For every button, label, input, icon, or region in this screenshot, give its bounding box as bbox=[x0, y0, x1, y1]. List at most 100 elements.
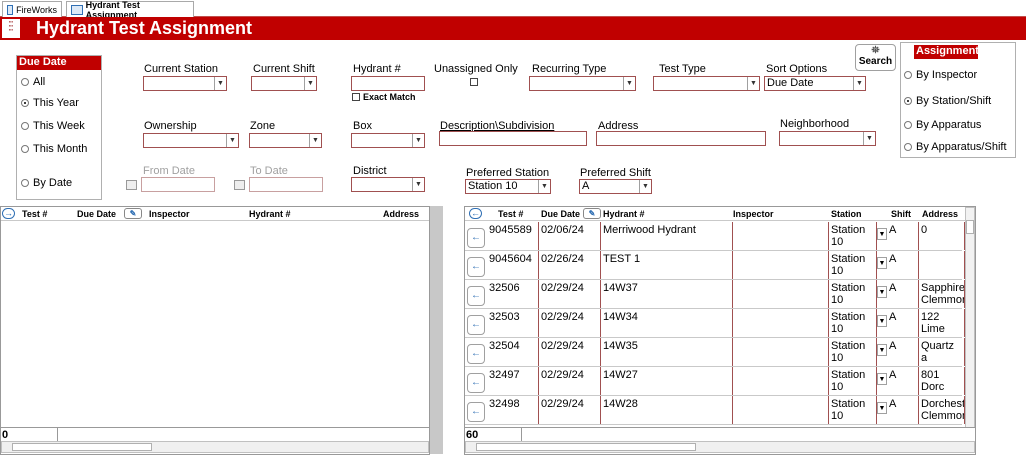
cell-station[interactable]: Station 10 bbox=[829, 251, 877, 279]
cell-due[interactable]: 02/26/24 bbox=[539, 251, 601, 279]
chevron-down-icon[interactable]: ▼ bbox=[877, 228, 887, 240]
chevron-down-icon[interactable]: ▼ bbox=[304, 77, 316, 90]
cell-station[interactable]: Station 10 bbox=[829, 396, 877, 424]
cell-hydrant[interactable]: 14W37 bbox=[601, 280, 733, 308]
cell-station[interactable]: Station 10 bbox=[829, 367, 877, 395]
cell-station[interactable]: Station 10 bbox=[829, 280, 877, 308]
preferred-shift-combo[interactable]: A ▼ bbox=[579, 179, 652, 194]
tab-fireworks[interactable]: FireWorks bbox=[2, 1, 62, 17]
description-subdivision-input[interactable] bbox=[439, 131, 587, 146]
neighborhood-combo[interactable]: ▼ bbox=[779, 131, 876, 146]
chevron-down-icon[interactable]: ▼ bbox=[853, 77, 865, 90]
cell-address[interactable]: 0 bbox=[919, 222, 965, 250]
pencil-icon[interactable]: ✎ bbox=[583, 208, 601, 219]
zone-combo[interactable]: ▼ bbox=[249, 133, 322, 148]
chevron-down-icon[interactable]: ▼ bbox=[639, 180, 651, 193]
district-combo[interactable]: ▼ bbox=[351, 177, 425, 192]
cell-hydrant[interactable]: 14W35 bbox=[601, 338, 733, 366]
unassign-arrow-left-icon[interactable]: ← bbox=[467, 228, 485, 248]
cell-address[interactable]: 122 Lime bbox=[919, 309, 965, 337]
cell-hydrant[interactable]: 14W28 bbox=[601, 396, 733, 424]
chevron-down-icon[interactable]: ▼ bbox=[309, 134, 321, 147]
cell-station[interactable]: Station 10 bbox=[829, 309, 877, 337]
unassign-arrow-left-icon[interactable]: ← bbox=[467, 344, 485, 364]
scrollbar-thumb[interactable] bbox=[12, 443, 152, 451]
chevron-down-icon[interactable]: ▼ bbox=[877, 286, 887, 298]
chevron-down-icon[interactable]: ▼ bbox=[877, 315, 887, 327]
unassigned-only-checkbox[interactable] bbox=[470, 78, 478, 86]
cell-shift[interactable]: A bbox=[887, 280, 919, 308]
hydrant-number-input[interactable] bbox=[351, 76, 425, 91]
ownership-combo[interactable]: ▼ bbox=[143, 133, 239, 148]
from-date-input[interactable] bbox=[141, 177, 215, 192]
cell-due[interactable]: 02/06/24 bbox=[539, 222, 601, 250]
chevron-down-icon[interactable]: ▼ bbox=[747, 77, 759, 90]
tab-hydrant-test-assignment[interactable]: Hydrant Test Assignment bbox=[66, 0, 194, 20]
test-type-combo[interactable]: ▼ bbox=[653, 76, 760, 91]
table-row[interactable]: ← 9045589 02/06/24 Merriwood Hydrant Station… bbox=[465, 222, 965, 251]
cell-inspector[interactable] bbox=[733, 309, 829, 337]
due-this-week-radio[interactable]: This Week bbox=[21, 120, 85, 132]
assign-by-apparatus-shift-radio[interactable]: By Apparatus/Shift bbox=[904, 141, 1007, 153]
cell-due[interactable]: 02/29/24 bbox=[539, 280, 601, 308]
cell-test[interactable]: 32504 bbox=[487, 338, 539, 366]
chevron-down-icon[interactable]: ▼ bbox=[412, 178, 424, 191]
cell-shift[interactable]: A bbox=[887, 396, 919, 424]
arrow-left-icon[interactable]: ← bbox=[469, 208, 482, 219]
cell-address[interactable]: Sapphire Clemmor bbox=[919, 280, 965, 308]
cell-due[interactable]: 02/29/24 bbox=[539, 367, 601, 395]
recurring-type-combo[interactable]: ▼ bbox=[529, 76, 636, 91]
scrollbar-thumb[interactable] bbox=[476, 443, 696, 451]
cell-shift[interactable]: A bbox=[887, 367, 919, 395]
current-station-combo[interactable]: ▼ bbox=[143, 76, 227, 91]
cell-shift[interactable]: A bbox=[887, 309, 919, 337]
cell-address[interactable]: Dorchest Clemmor bbox=[919, 396, 965, 424]
table-row[interactable]: ← 32498 02/29/24 14W28 Station 10 ▼ A Dorchest … bbox=[465, 396, 965, 425]
unassign-arrow-left-icon[interactable]: ← bbox=[467, 373, 485, 393]
sort-options-combo[interactable]: Due Date ▼ bbox=[764, 76, 866, 91]
assign-by-inspector-radio[interactable]: By Inspector bbox=[904, 69, 977, 81]
search-button[interactable]: ⛯ Search bbox=[855, 44, 896, 71]
cell-test[interactable]: 9045589 bbox=[487, 222, 539, 250]
cell-test[interactable]: 32498 bbox=[487, 396, 539, 424]
cell-address[interactable] bbox=[919, 251, 965, 279]
cell-hydrant[interactable]: TEST 1 bbox=[601, 251, 733, 279]
chevron-down-icon[interactable]: ▼ bbox=[863, 132, 875, 145]
horizontal-scrollbar[interactable] bbox=[465, 441, 975, 453]
cell-inspector[interactable] bbox=[733, 251, 829, 279]
calendar-icon[interactable] bbox=[234, 180, 245, 190]
cell-test[interactable]: 32497 bbox=[487, 367, 539, 395]
cell-shift[interactable]: A bbox=[887, 222, 919, 250]
cell-hydrant[interactable]: 14W34 bbox=[601, 309, 733, 337]
assign-by-apparatus-radio[interactable]: By Apparatus bbox=[904, 119, 981, 131]
chevron-down-icon[interactable]: ▼ bbox=[877, 344, 887, 356]
due-by-date-radio[interactable]: By Date bbox=[21, 177, 72, 189]
cell-shift[interactable]: A bbox=[887, 338, 919, 366]
cell-due[interactable]: 02/29/24 bbox=[539, 309, 601, 337]
to-date-input[interactable] bbox=[249, 177, 323, 192]
cell-inspector[interactable] bbox=[733, 222, 829, 250]
current-shift-combo[interactable]: ▼ bbox=[251, 76, 317, 91]
chevron-down-icon[interactable]: ▼ bbox=[538, 180, 550, 193]
unassign-arrow-left-icon[interactable]: ← bbox=[467, 257, 485, 277]
chevron-down-icon[interactable]: ▼ bbox=[877, 373, 887, 385]
address-input[interactable] bbox=[596, 131, 766, 146]
pencil-icon[interactable]: ✎ bbox=[124, 208, 142, 219]
cell-due[interactable]: 02/29/24 bbox=[539, 338, 601, 366]
cell-inspector[interactable] bbox=[733, 280, 829, 308]
box-combo[interactable]: ▼ bbox=[351, 133, 425, 148]
vertical-scrollbar[interactable] bbox=[965, 207, 975, 428]
chevron-down-icon[interactable]: ▼ bbox=[623, 77, 635, 90]
chevron-down-icon[interactable]: ▼ bbox=[214, 77, 226, 90]
cell-test[interactable]: 9045604 bbox=[487, 251, 539, 279]
due-this-month-radio[interactable]: This Month bbox=[21, 143, 87, 155]
cell-hydrant[interactable]: Merriwood Hydrant bbox=[601, 222, 733, 250]
cell-due[interactable]: 02/29/24 bbox=[539, 396, 601, 424]
table-row[interactable]: ← 32504 02/29/24 14W35 Station 10 ▼ A Quartz a bbox=[465, 338, 965, 367]
chevron-down-icon[interactable]: ▼ bbox=[877, 257, 887, 269]
cell-station[interactable]: Station 10 bbox=[829, 338, 877, 366]
assign-by-station-shift-radio[interactable]: By Station/Shift bbox=[904, 95, 991, 107]
cell-inspector[interactable] bbox=[733, 367, 829, 395]
cell-test[interactable]: 32506 bbox=[487, 280, 539, 308]
cell-shift[interactable]: A bbox=[887, 251, 919, 279]
